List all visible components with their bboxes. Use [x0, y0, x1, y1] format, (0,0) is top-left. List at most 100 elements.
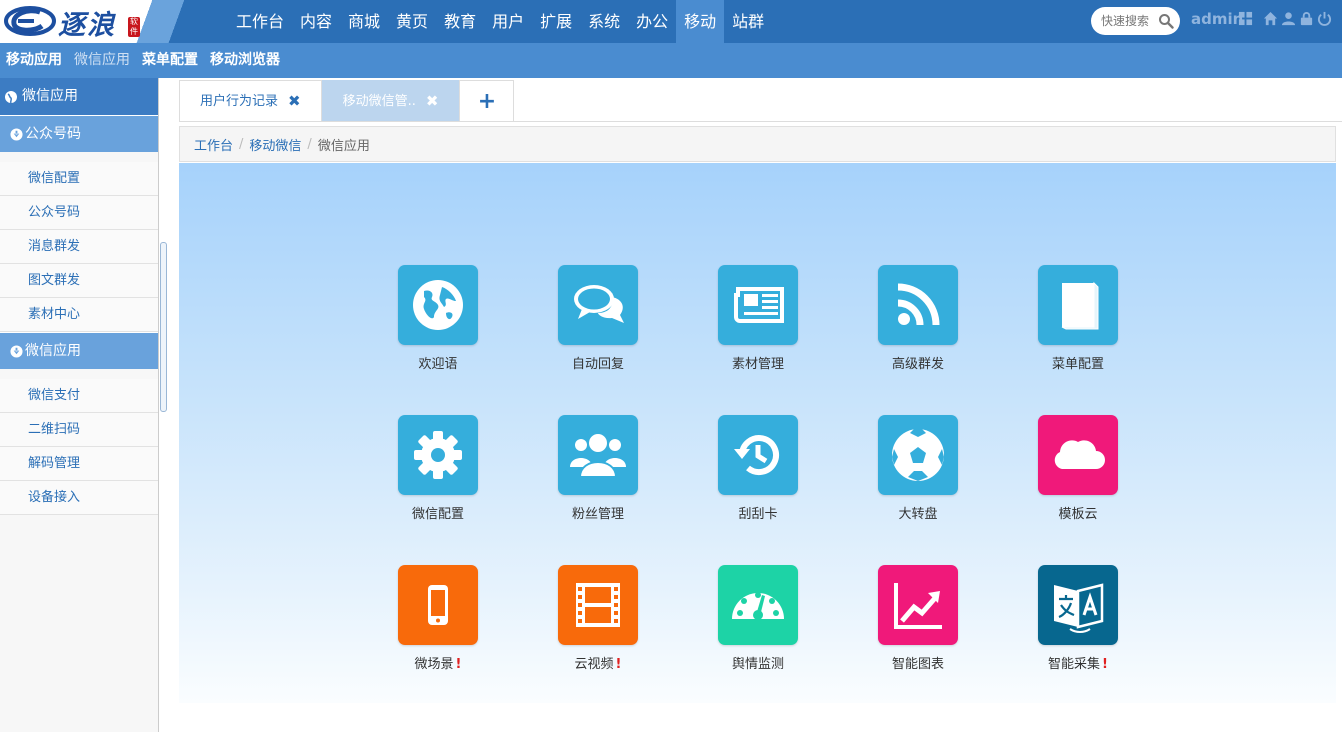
gear-icon [414, 431, 462, 479]
nav-item-users[interactable]: 用户 [484, 0, 532, 43]
app-tile-icon [1038, 265, 1118, 345]
sidebar-title: 微信应用 [0, 78, 158, 115]
nav-item-content[interactable]: 内容 [292, 0, 340, 43]
app-tile-icon [398, 565, 478, 645]
nav-item-shop[interactable]: 商城 [340, 0, 388, 43]
close-icon[interactable]: ✖ [426, 81, 439, 122]
admin-username[interactable]: admin [1191, 10, 1243, 28]
app-tile-label: 刮刮卡 [738, 507, 778, 522]
book-icon [1061, 281, 1099, 330]
nav-item-education[interactable]: 教育 [436, 0, 484, 43]
sidebar-item-wechat-pay[interactable]: 微信支付 [0, 379, 158, 413]
app-tile-template-cloud[interactable]: 模板云 [1028, 415, 1128, 525]
app-tile-label: 粉丝管理 [571, 507, 624, 522]
app-tile-smart-collect[interactable]: 智能采集! [1028, 565, 1128, 675]
nav-item-system[interactable]: 系统 [580, 0, 628, 43]
breadcrumb-separator: / [239, 136, 244, 152]
sidebar-item-qr-scan[interactable]: 二维扫码 [0, 413, 158, 447]
app-tile-auto-reply[interactable]: 自动回复 [548, 265, 648, 375]
app-tile-label: 欢迎语 [418, 357, 458, 372]
tab-mobile-wechat[interactable]: 移动微信管.. ✖ [321, 80, 460, 122]
logo-mark-icon [4, 6, 56, 36]
breadcrumb-workbench[interactable]: 工作台 [194, 135, 233, 154]
app-tile-welcome[interactable]: 欢迎语 [388, 265, 488, 375]
app-tile-lucky-wheel[interactable]: 大转盘 [868, 415, 968, 525]
top-icons [1238, 11, 1332, 26]
app-tile-label: 自动回复 [571, 357, 624, 372]
tab-label: 移动微信管.. [342, 93, 416, 109]
app-tile-opinion-monitor[interactable]: 舆情监测 [708, 565, 808, 675]
globe-small-icon [5, 90, 17, 103]
search-input[interactable]: 快速搜索 [1091, 7, 1180, 35]
power-icon[interactable] [1317, 11, 1332, 26]
app-tile-label: 素材管理 [731, 357, 784, 372]
app-tile-fans-manage[interactable]: 粉丝管理 [548, 415, 648, 525]
sidebar-item-article-broadcast[interactable]: 图文群发 [0, 264, 158, 298]
tabs-divider [179, 121, 1342, 122]
sidebar-group-label: 公众号码 [25, 125, 81, 142]
app-tile-icon [718, 265, 798, 345]
logo[interactable]: 逐浪 软件 [0, 0, 230, 43]
nav-item-extensions[interactable]: 扩展 [532, 0, 580, 43]
tab-label: 用户行为记录 [200, 93, 279, 109]
sidebar-group-label: 微信应用 [25, 342, 81, 359]
nav-item-office[interactable]: 办公 [628, 0, 676, 43]
logo-seal: 软件 [128, 17, 140, 37]
sub-nav: 移动应用 微信应用 菜单配置 移动浏览器 [0, 43, 1342, 78]
sidebar-group-public-accounts[interactable]: 公众号码 [0, 115, 158, 152]
search-placeholder: 快速搜索 [1101, 14, 1150, 28]
app-tile-icon [558, 265, 638, 345]
add-tab-button[interactable]: + [459, 80, 515, 121]
app-tile-label: 智能图表 [891, 657, 944, 672]
app-tile-smart-chart[interactable]: 智能图表 [868, 565, 968, 675]
app-tile-material-manage[interactable]: 素材管理 [708, 265, 808, 375]
sidebar-collapse-handle[interactable] [160, 242, 167, 412]
translate-icon [1054, 583, 1104, 633]
subnav-wechat-apps[interactable]: 微信应用 [68, 43, 136, 78]
app-tile-menu-config[interactable]: 菜单配置 [1028, 265, 1128, 375]
app-tile-wechat-config[interactable]: 微信配置 [388, 415, 488, 525]
mobile-icon [428, 585, 448, 625]
breadcrumb: 工作台 / 移动微信 / 微信应用 [179, 126, 1336, 162]
nav-item-site-group[interactable]: 站群 [724, 0, 772, 43]
tab-user-behavior[interactable]: 用户行为记录 ✖ [179, 80, 322, 121]
app-tile-cloud-video[interactable]: 云视频! [548, 565, 648, 675]
arrow-down-circle-icon [10, 344, 23, 358]
sidebar-group-wechat-apps[interactable]: 微信应用 [0, 332, 158, 369]
rss-icon [897, 283, 940, 326]
alert-mark: ! [615, 657, 622, 672]
app-tile-scratch-card[interactable]: 刮刮卡 [708, 415, 808, 525]
app-tile-label: 大转盘 [898, 507, 938, 522]
sidebar: 微信应用 公众号码 微信配置 公众号码 消息群发 图文群发 素材中心 微信应用 … [0, 78, 159, 732]
subnav-mobile-apps[interactable]: 移动应用 [0, 43, 68, 78]
subnav-mobile-browser[interactable]: 移动浏览器 [204, 43, 286, 78]
app-tile-advanced-broadcast[interactable]: 高级群发 [868, 265, 968, 375]
sidebar-item-message-broadcast[interactable]: 消息群发 [0, 230, 158, 264]
top-bar: 逐浪 软件 工作台 内容 商城 黄页 教育 用户 扩展 系统 办公 移动 站群 … [0, 0, 1342, 43]
arrow-down-circle-icon [10, 127, 23, 141]
app-tile-label: 菜单配置 [1051, 357, 1104, 372]
home-icon[interactable] [1263, 11, 1278, 26]
lock-icon[interactable] [1299, 11, 1314, 26]
nav-item-workbench[interactable]: 工作台 [228, 0, 292, 43]
sidebar-item-decode-manage[interactable]: 解码管理 [0, 447, 158, 481]
sidebar-item-wechat-config[interactable]: 微信配置 [0, 162, 158, 196]
nav-item-mobile[interactable]: 移动 [676, 0, 725, 43]
film-icon [576, 583, 620, 627]
app-tile-label: 微场景! [414, 657, 462, 672]
sidebar-item-public-account[interactable]: 公众号码 [0, 196, 158, 230]
sidebar-item-material-center[interactable]: 素材中心 [0, 298, 158, 332]
alert-mark: ! [455, 657, 462, 672]
grid-icon[interactable] [1238, 11, 1253, 26]
main-nav: 工作台 内容 商城 黄页 教育 用户 扩展 系统 办公 移动 站群 [228, 0, 772, 43]
nav-item-yellow-pages[interactable]: 黄页 [388, 0, 436, 43]
search-icon[interactable] [1158, 13, 1174, 29]
app-grid-panel: 欢迎语 自动回复 素材管理 高级群发 菜单配置 微信配置 粉丝管理 刮刮卡 大转… [179, 163, 1336, 703]
breadcrumb-mobile-wechat[interactable]: 移动微信 [249, 135, 301, 154]
subnav-menu-config[interactable]: 菜单配置 [136, 43, 204, 78]
close-icon[interactable]: ✖ [288, 81, 301, 122]
cloud-icon [1054, 440, 1105, 469]
user-icon[interactable] [1281, 11, 1296, 26]
app-tile-micro-scene[interactable]: 微场景! [388, 565, 488, 675]
sidebar-item-device-access[interactable]: 设备接入 [0, 481, 158, 515]
